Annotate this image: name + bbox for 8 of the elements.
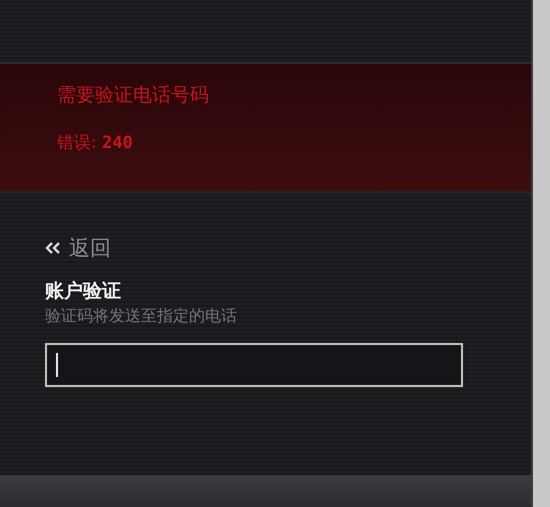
double-chevron-left-icon	[45, 242, 61, 254]
error-code: 错误: 240	[57, 132, 134, 155]
error-title: 需要验证电话号码	[57, 83, 210, 108]
input-field[interactable]	[45, 343, 463, 387]
back-link[interactable]: 返回	[45, 234, 111, 262]
back-label: 返回	[69, 235, 111, 262]
section-subtitle: 验证码将发送至指定的电话	[45, 306, 238, 327]
section-title: 账户验证	[45, 279, 122, 304]
